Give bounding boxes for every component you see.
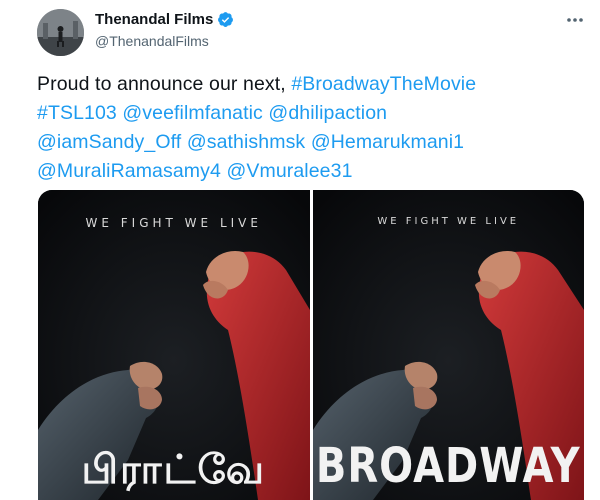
tweet-text-line: @MuraliRamasamy4 @Vmuralee31: [37, 157, 592, 186]
more-options-icon: [567, 18, 583, 22]
mention-link[interactable]: @dhilipaction: [268, 102, 387, 124]
tweet-text-line: @iamSandy_Off @sathishmsk @Hemarukmani1: [37, 128, 592, 157]
tweet-text-segment: Proud to announce our next,: [37, 73, 292, 95]
tweet-text-line: Proud to announce our next, #BroadwayThe…: [37, 70, 592, 99]
mention-link[interactable]: @iamSandy_Off: [37, 131, 181, 153]
mention-link[interactable]: @Vmuralee31: [226, 160, 352, 182]
hashtag-link[interactable]: #BroadwayTheMovie: [291, 73, 476, 95]
poster-title: பிராட்வே: [81, 447, 267, 493]
author-name-row: Thenandal Films: [95, 11, 234, 28]
author-handle[interactable]: @ThenandalFilms: [95, 33, 209, 49]
mention-link[interactable]: @Hemarukmani1: [311, 131, 464, 153]
poster-tagline: WE FIGHT WE LIVE: [377, 216, 520, 227]
verified-badge-icon: [218, 12, 234, 27]
tweet-text-line: #TSL103 @veefilmfanatic @dhilipaction: [37, 99, 592, 128]
media-image-english-poster[interactable]: WE FIGHT WE LIVE BROADWAY: [312, 190, 584, 500]
poster-tagline: WE FIGHT WE LIVE: [85, 216, 262, 230]
poster-title: BROADWAY: [315, 438, 581, 494]
tweet-card: Thenandal Films @ThenandalFilms Proud to…: [0, 0, 600, 500]
tweet-media-grid: WE FIGHT WE LIVE பிராட்வே WE FIGHT WE LI…: [38, 190, 584, 500]
mention-link[interactable]: @MuraliRamasamy4: [37, 160, 221, 182]
author-avatar[interactable]: [37, 9, 84, 56]
mention-link[interactable]: @veefilmfanatic: [122, 102, 263, 124]
media-image-tamil-poster[interactable]: WE FIGHT WE LIVE பிராட்வே: [38, 190, 310, 500]
tweet-text: Proud to announce our next, #BroadwayThe…: [37, 70, 592, 186]
hashtag-link[interactable]: #TSL103: [37, 102, 117, 124]
more-options-button[interactable]: [560, 10, 590, 30]
author-display-name[interactable]: Thenandal Films: [95, 11, 213, 28]
mention-link[interactable]: @sathishmsk: [187, 131, 305, 153]
